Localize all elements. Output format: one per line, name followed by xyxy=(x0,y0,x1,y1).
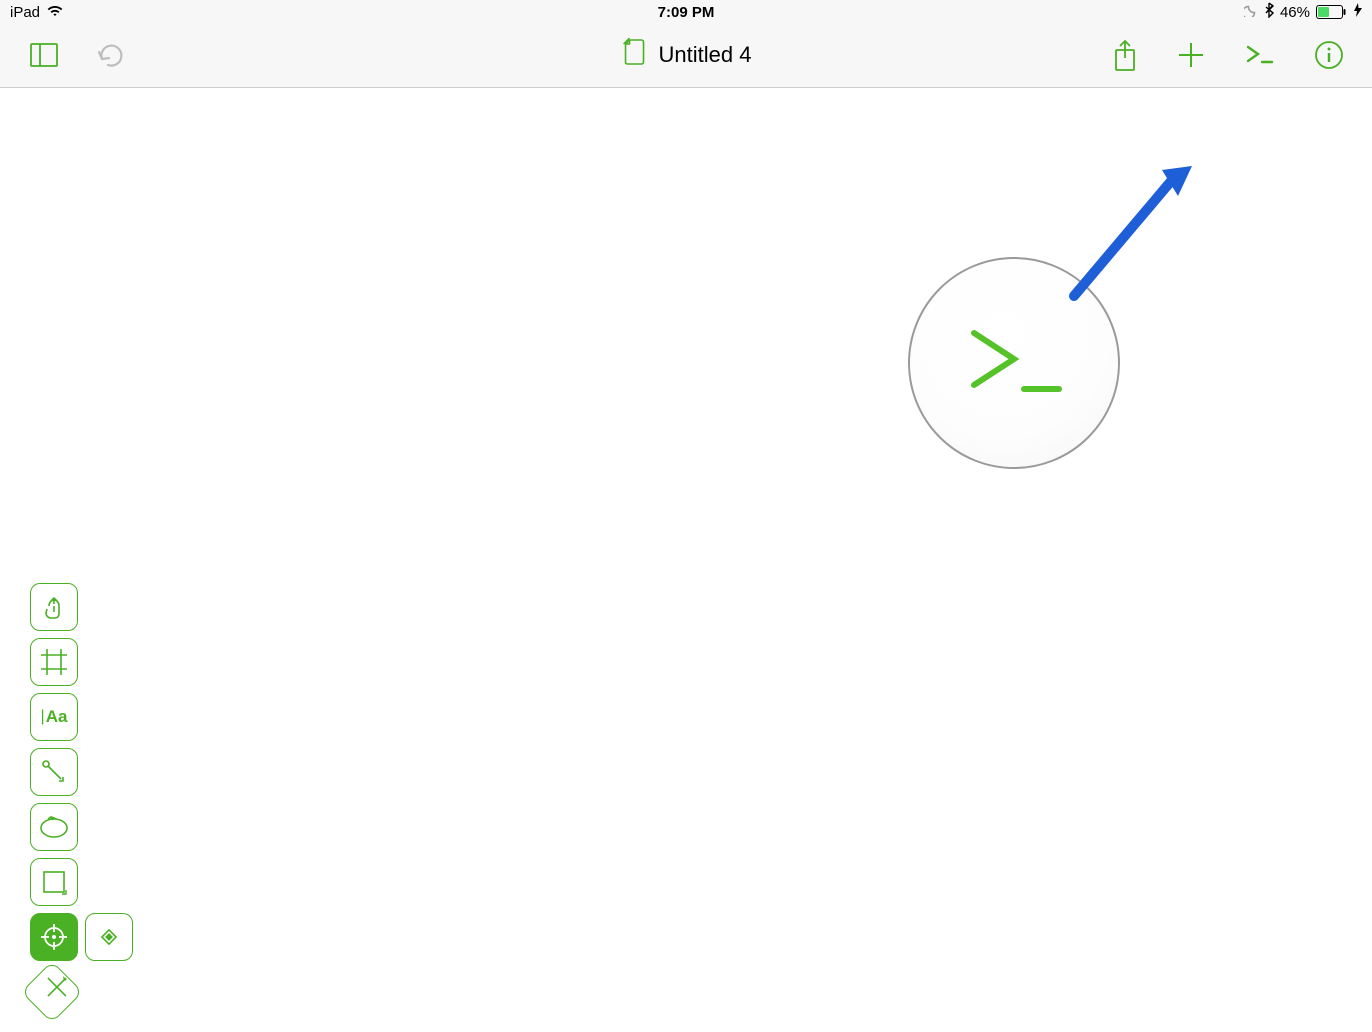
selection-tool[interactable] xyxy=(30,583,78,631)
crosshair-tool[interactable] xyxy=(30,913,78,961)
document-icon xyxy=(621,37,649,72)
tool-palette: | Aa xyxy=(30,583,133,1014)
crop-tool[interactable] xyxy=(30,638,78,686)
line-tool[interactable] xyxy=(30,748,78,796)
do-not-disturb-icon xyxy=(1244,3,1258,21)
status-left: iPad xyxy=(10,3,64,21)
diamond-tool[interactable] xyxy=(85,913,133,961)
text-tool-label: Aa xyxy=(46,707,68,727)
callout-magnifier xyxy=(908,257,1120,469)
console-button[interactable] xyxy=(1244,43,1276,67)
pen-tool[interactable] xyxy=(21,961,83,1023)
console-icon-large xyxy=(959,323,1069,403)
charging-icon xyxy=(1354,3,1362,21)
battery-icon xyxy=(1316,5,1348,19)
wifi-icon xyxy=(46,3,64,21)
info-button[interactable] xyxy=(1314,40,1344,70)
add-button[interactable] xyxy=(1176,40,1206,70)
status-right: 46% xyxy=(1244,2,1362,22)
device-name: iPad xyxy=(10,4,40,21)
text-tool[interactable]: | Aa xyxy=(30,693,78,741)
bluetooth-icon xyxy=(1264,2,1274,22)
toolbar: Untitled 4 xyxy=(0,22,1372,88)
status-time: 7:09 PM xyxy=(658,4,715,21)
document-title: Untitled 4 xyxy=(659,42,752,68)
share-button[interactable] xyxy=(1112,38,1138,72)
battery-percent: 46% xyxy=(1280,4,1310,21)
ellipse-tool[interactable] xyxy=(30,803,78,851)
canvas[interactable]: | Aa xyxy=(0,88,1372,1032)
rectangle-tool[interactable] xyxy=(30,858,78,906)
undo-button[interactable] xyxy=(96,41,128,69)
status-bar: iPad 7:09 PM 46% xyxy=(0,0,1372,22)
sidebar-toggle-button[interactable] xyxy=(28,39,60,71)
document-title-area[interactable]: Untitled 4 xyxy=(621,37,752,72)
text-tool-label-cursor: | xyxy=(41,708,45,726)
